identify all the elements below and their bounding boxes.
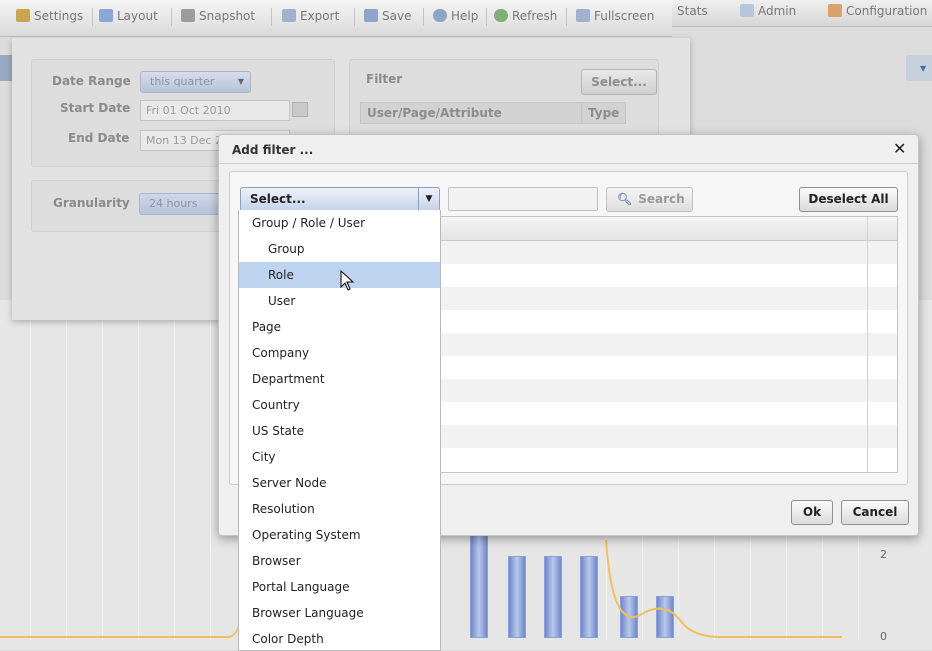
search-input[interactable] (448, 187, 598, 211)
magnifier-icon: 🔍︎ (617, 192, 633, 206)
search-button[interactable]: 🔍︎ Search (606, 187, 693, 212)
layout-icon (99, 9, 113, 22)
dropdown-item-department[interactable]: Department (239, 366, 440, 392)
ok-button[interactable]: Ok (791, 500, 833, 525)
start-date-input[interactable]: Fri 01 Oct 2010 (140, 100, 290, 121)
toolbar-fullscreen[interactable]: Fullscreen (576, 9, 654, 23)
dropdown-item-page[interactable]: Page (239, 314, 440, 340)
toolbar-snapshot[interactable]: Snapshot (181, 9, 255, 23)
chevron-down-icon[interactable]: ▼ (418, 188, 439, 211)
chevron-down-icon: ▼ (237, 77, 244, 86)
nav-stats[interactable]: Stats (677, 4, 708, 18)
close-icon[interactable]: ✕ (893, 139, 906, 158)
wrench-icon (828, 4, 842, 17)
y-tick-label: 2 (880, 548, 887, 561)
dropdown-item-group-role-user[interactable]: Group / Role / User (239, 210, 440, 236)
start-date-label: Start Date (60, 101, 131, 115)
right-panel-toggle[interactable]: ▼ (906, 55, 932, 81)
cancel-button[interactable]: Cancel (841, 500, 909, 525)
fullscreen-icon (576, 9, 590, 22)
mouse-cursor-icon (340, 270, 355, 291)
y-tick-label: 0 (880, 630, 887, 643)
calendar-icon[interactable] (292, 102, 308, 117)
toolbar-layout[interactable]: Layout (99, 9, 158, 23)
left-panel-tab[interactable] (0, 55, 12, 81)
snapshot-icon (181, 9, 195, 22)
date-range-label: Date Range (52, 74, 131, 88)
dropdown-item-city[interactable]: City (239, 444, 440, 470)
nav-admin[interactable]: Admin (740, 4, 796, 18)
dropdown-item-browser[interactable]: Browser (239, 548, 440, 574)
chevron-down-icon: ▼ (920, 64, 927, 73)
deselect-all-button[interactable]: Deselect All (799, 187, 898, 212)
dropdown-item-company[interactable]: Company (239, 340, 440, 366)
dropdown-item-country[interactable]: Country (239, 392, 440, 418)
main-toolbar: Settings Layout Snapshot Export Save Hel… (0, 0, 672, 37)
dropdown-item-color-depth[interactable]: Color Depth (239, 626, 440, 650)
toolbar-save[interactable]: Save (364, 9, 411, 23)
dropdown-item-us-state[interactable]: US State (239, 418, 440, 444)
settings-icon (16, 9, 30, 22)
dropdown-item-browser-language[interactable]: Browser Language (239, 600, 440, 626)
dropdown-item-resolution[interactable]: Resolution (239, 496, 440, 522)
granularity-label: Granularity (53, 196, 130, 210)
top-navigation: Stats Admin Configuration (672, 0, 932, 27)
filter-type-combo[interactable]: Select... ▼ (240, 187, 440, 212)
admin-icon (740, 4, 754, 17)
dropdown-item-server-node[interactable]: Server Node (239, 470, 440, 496)
toolbar-refresh[interactable]: Refresh (494, 9, 557, 23)
dropdown-item-portal-language[interactable]: Portal Language (239, 574, 440, 600)
filter-col-type: Type (581, 102, 626, 124)
dropdown-item-group[interactable]: Group (239, 236, 440, 262)
save-icon (364, 9, 378, 22)
toolbar-settings[interactable]: Settings (16, 9, 83, 23)
refresh-icon (494, 9, 508, 22)
end-date-label: End Date (68, 131, 130, 145)
dialog-title: Add filter ... (232, 143, 314, 157)
help-icon (433, 9, 447, 22)
date-range-select[interactable]: this quarter ▼ (140, 71, 251, 93)
filter-select-button[interactable]: Select... (581, 69, 657, 95)
export-icon (282, 9, 296, 22)
toolbar-export[interactable]: Export (282, 9, 339, 23)
toolbar-help[interactable]: Help (433, 9, 478, 23)
dropdown-item-operating-system[interactable]: Operating System (239, 522, 440, 548)
filter-label: Filter (366, 72, 403, 86)
filter-col-user: User/Page/Attribute (360, 102, 582, 124)
nav-configuration[interactable]: Configuration (828, 4, 927, 18)
